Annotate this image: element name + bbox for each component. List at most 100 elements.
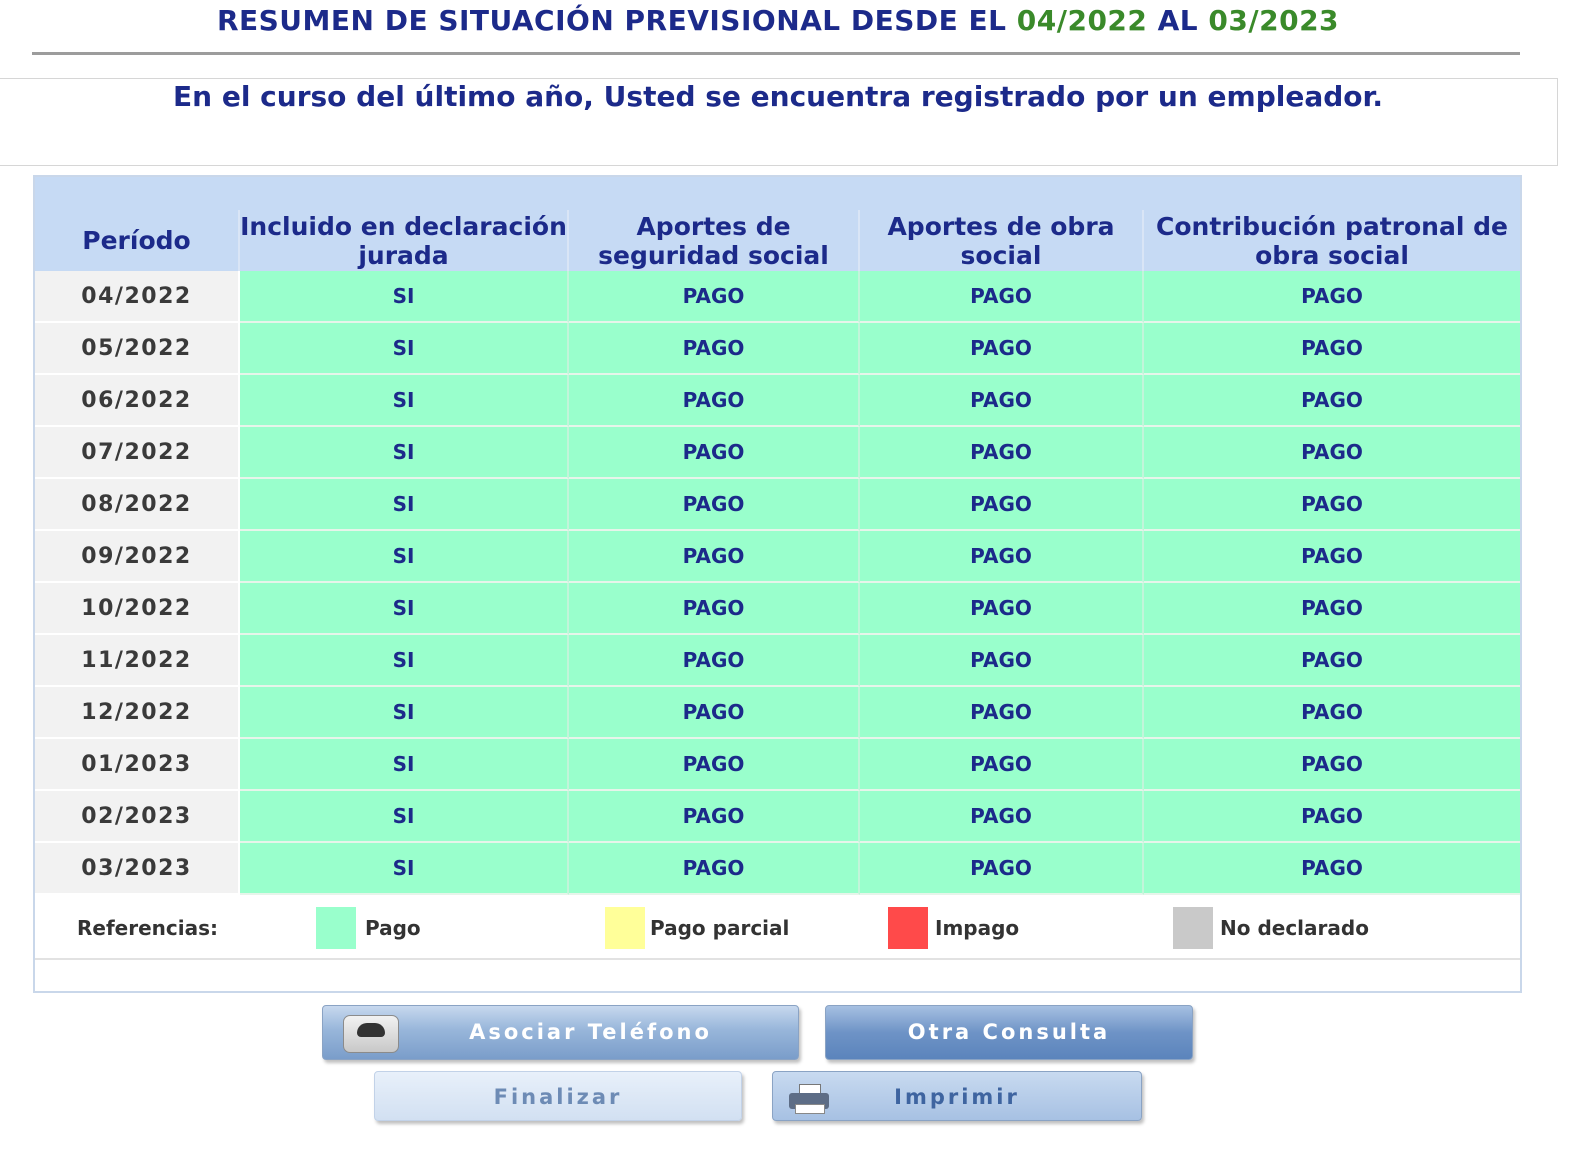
obra-social-cell: PAGO [860,791,1144,843]
legend: Referencias: Pago Pago parcial Impago No… [35,898,1520,960]
column-header-contribucion-patronal: Contribución patronal de obra social [1144,210,1520,271]
seguridad-social-cell: PAGO [569,635,860,687]
declaracion-cell: SI [240,323,569,375]
legend-swatch-no-declarado [1173,907,1213,949]
seguridad-social-cell: PAGO [569,791,860,843]
declaracion-cell: SI [240,427,569,479]
column-header-periodo: Período [35,210,240,271]
column-header-obra-social: Aportes de obra social [860,210,1144,271]
contribucion-patronal-cell: PAGO [1144,271,1520,323]
obra-social-cell: PAGO [860,271,1144,323]
printer-icon [789,1084,829,1114]
obra-social-cell: PAGO [860,843,1144,895]
contribucion-patronal-cell: PAGO [1144,479,1520,531]
declaracion-cell: SI [240,583,569,635]
legend-label-impago: Impago [935,916,1020,940]
table-row: 02/2023 SI PAGO PAGO PAGO [35,791,1520,843]
declaracion-cell: SI [240,635,569,687]
legend-label-pago-parcial: Pago parcial [650,916,790,940]
column-header-declaracion-jurada: Incluido en declaración jurada [240,210,569,271]
otra-consulta-button[interactable]: Otra Consulta [825,1005,1193,1060]
table-row: 06/2022 SI PAGO PAGO PAGO [35,375,1520,427]
period-cell: 12/2022 [35,687,240,739]
contribucion-patronal-cell: PAGO [1144,687,1520,739]
phone-icon [343,1015,399,1053]
otra-consulta-label: Otra Consulta [907,1020,1111,1044]
period-cell: 10/2022 [35,583,240,635]
obra-social-cell: PAGO [860,531,1144,583]
finalizar-label: Finalizar [493,1085,623,1109]
declaracion-cell: SI [240,375,569,427]
seguridad-social-cell: PAGO [569,323,860,375]
page-title-middle: AL [1147,4,1209,37]
legend-swatch-pago-parcial [605,907,645,949]
table-row: 01/2023 SI PAGO PAGO PAGO [35,739,1520,791]
table-row: 05/2022 SI PAGO PAGO PAGO [35,323,1520,375]
table-header-band [35,177,1520,210]
legend-label-no-declarado: No declarado [1220,916,1369,940]
legend-label-pago: Pago [365,916,421,940]
column-header-seguridad-social: Aportes de seguridad social [569,210,860,271]
obra-social-cell: PAGO [860,739,1144,791]
page-title-prefix: RESUMEN DE SITUACIÓN PREVISIONAL DESDE E… [216,4,1017,37]
contribucion-patronal-cell: PAGO [1144,791,1520,843]
imprimir-button[interactable]: Imprimir [772,1071,1142,1121]
table-row: 10/2022 SI PAGO PAGO PAGO [35,583,1520,635]
page-title: RESUMEN DE SITUACIÓN PREVISIONAL DESDE E… [0,4,1556,37]
asociar-telefono-label: Asociar Teléfono [469,1020,712,1044]
declaracion-cell: SI [240,271,569,323]
notice-message: En el curso del último año, Usted se enc… [173,80,1383,113]
declaracion-cell: SI [240,739,569,791]
imprimir-label: Imprimir [894,1085,1020,1109]
legend-title: Referencias: [77,916,219,940]
contribucion-patronal-cell: PAGO [1144,323,1520,375]
seguridad-social-cell: PAGO [569,375,860,427]
seguridad-social-cell: PAGO [569,479,860,531]
title-divider [32,52,1520,55]
legend-swatch-pago [316,907,356,949]
obra-social-cell: PAGO [860,479,1144,531]
seguridad-social-cell: PAGO [569,427,860,479]
seguridad-social-cell: PAGO [569,739,860,791]
declaracion-cell: SI [240,843,569,895]
date-to: 03/2023 [1208,4,1340,37]
contribucion-patronal-cell: PAGO [1144,427,1520,479]
seguridad-social-cell: PAGO [569,531,860,583]
table-row: 11/2022 SI PAGO PAGO PAGO [35,635,1520,687]
obra-social-cell: PAGO [860,375,1144,427]
table-row: 04/2022 SI PAGO PAGO PAGO [35,271,1520,323]
period-cell: 03/2023 [35,843,240,895]
seguridad-social-cell: PAGO [569,843,860,895]
obra-social-cell: PAGO [860,687,1144,739]
period-cell: 06/2022 [35,375,240,427]
date-from: 04/2022 [1016,4,1148,37]
obra-social-cell: PAGO [860,583,1144,635]
period-cell: 05/2022 [35,323,240,375]
contribucion-patronal-cell: PAGO [1144,635,1520,687]
contribucion-patronal-cell: PAGO [1144,531,1520,583]
asociar-telefono-button[interactable]: Asociar Teléfono [322,1005,799,1060]
period-cell: 07/2022 [35,427,240,479]
table-row: 07/2022 SI PAGO PAGO PAGO [35,427,1520,479]
period-cell: 01/2023 [35,739,240,791]
period-cell: 02/2023 [35,791,240,843]
summary-table: Período Incluido en declaración jurada A… [35,210,1520,895]
legend-swatch-impago [888,907,928,949]
contribucion-patronal-cell: PAGO [1144,843,1520,895]
obra-social-cell: PAGO [860,427,1144,479]
declaracion-cell: SI [240,479,569,531]
table-header-row: Período Incluido en declaración jurada A… [35,210,1520,271]
contribucion-patronal-cell: PAGO [1144,375,1520,427]
declaracion-cell: SI [240,791,569,843]
contribucion-patronal-cell: PAGO [1144,739,1520,791]
seguridad-social-cell: PAGO [569,271,860,323]
table-row: 08/2022 SI PAGO PAGO PAGO [35,479,1520,531]
period-cell: 04/2022 [35,271,240,323]
period-cell: 08/2022 [35,479,240,531]
declaracion-cell: SI [240,531,569,583]
finalizar-button[interactable]: Finalizar [374,1071,742,1121]
table-row: 09/2022 SI PAGO PAGO PAGO [35,531,1520,583]
table-row: 03/2023 SI PAGO PAGO PAGO [35,843,1520,895]
period-cell: 09/2022 [35,531,240,583]
obra-social-cell: PAGO [860,323,1144,375]
